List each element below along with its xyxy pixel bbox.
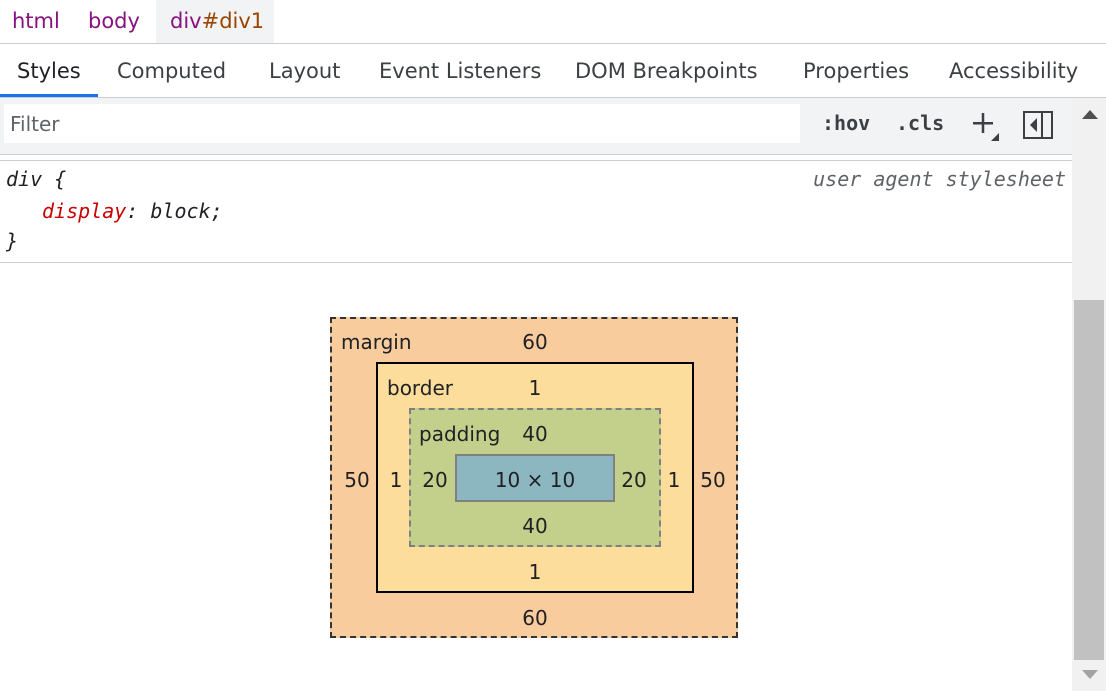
padding-top-value[interactable]: 40 — [522, 422, 547, 446]
css-declaration[interactable]: display: block; — [42, 199, 223, 223]
scrollbar[interactable] — [1072, 98, 1106, 691]
border-right-value[interactable]: 1 — [668, 468, 681, 492]
scroll-up-icon[interactable] — [1082, 110, 1098, 119]
css-rule: div { user agent stylesheet display: blo… — [0, 161, 1072, 262]
tab-computed[interactable]: Computed — [117, 44, 226, 97]
breadcrumb-item-div1[interactable]: div#div1 — [156, 0, 274, 43]
margin-top-value[interactable]: 60 — [522, 330, 547, 354]
rule-source: user agent stylesheet — [813, 167, 1066, 191]
padding-left-value[interactable]: 20 — [422, 468, 447, 492]
border-left-value[interactable]: 1 — [390, 468, 403, 492]
padding-bottom-value[interactable]: 40 — [522, 514, 547, 538]
property-name[interactable]: display — [42, 199, 126, 223]
margin-left-value[interactable]: 50 — [344, 468, 369, 492]
scroll-down-icon[interactable] — [1082, 670, 1098, 679]
breadcrumb: html body div#div1 — [0, 0, 1106, 43]
hov-button[interactable]: :hov — [822, 104, 870, 143]
margin-right-value[interactable]: 50 — [700, 468, 725, 492]
filter-input[interactable] — [4, 104, 800, 143]
tab-dom-breakpoints[interactable]: DOM Breakpoints — [575, 44, 758, 97]
content-size[interactable]: 10 × 10 — [495, 468, 575, 492]
breadcrumb-item-body[interactable]: body — [74, 0, 156, 43]
breadcrumb-item-html[interactable]: html — [0, 0, 74, 43]
plus-icon[interactable] — [968, 104, 1002, 143]
cls-button[interactable]: .cls — [896, 104, 944, 143]
padding-right-value[interactable]: 20 — [621, 468, 646, 492]
scrollbar-thumb[interactable] — [1074, 300, 1104, 660]
tab-layout[interactable]: Layout — [269, 44, 340, 97]
padding-label: padding — [419, 422, 501, 446]
divider — [0, 262, 1072, 263]
tab-bar: Styles Computed Layout Event Listeners D… — [0, 44, 1106, 97]
styles-toolbar: :hov .cls — [0, 98, 1072, 154]
border-bottom-value[interactable]: 1 — [529, 560, 542, 584]
margin-label: margin — [341, 330, 412, 354]
rule-close-brace: } — [6, 229, 19, 253]
tab-event-listeners[interactable]: Event Listeners — [379, 44, 541, 97]
margin-bottom-value[interactable]: 60 — [522, 606, 547, 630]
divider — [0, 154, 1072, 155]
property-value[interactable]: block; — [150, 199, 222, 223]
toggle-sidebar-icon[interactable] — [1022, 110, 1054, 140]
tab-properties[interactable]: Properties — [803, 44, 909, 97]
border-top-value[interactable]: 1 — [529, 376, 542, 400]
tab-styles[interactable]: Styles — [17, 44, 81, 97]
tab-accessibility[interactable]: Accessibility — [949, 44, 1078, 97]
rule-selector[interactable]: div { — [6, 167, 66, 191]
border-label: border — [387, 376, 454, 400]
